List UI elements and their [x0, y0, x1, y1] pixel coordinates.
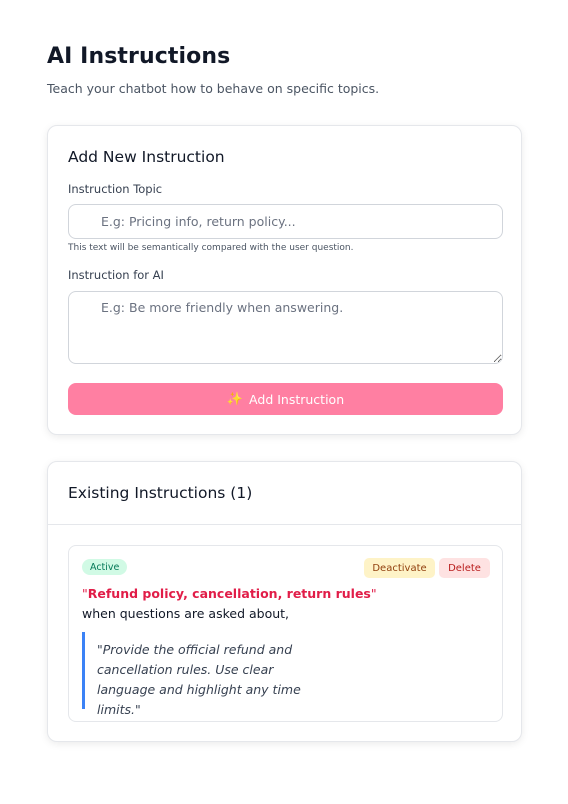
instruction-when-text: when questions are asked about, — [82, 606, 290, 621]
delete-button[interactable]: Delete — [439, 558, 490, 578]
existing-instructions-card: Existing Instructions (1) Active Deactiv… — [47, 461, 522, 742]
instruction-for-ai-textarea[interactable] — [68, 291, 503, 364]
instruction-topic-text: Refund policy, cancellation, return rule… — [87, 586, 371, 601]
add-instruction-button-label: Add Instruction — [249, 391, 345, 407]
instruction-topic: "Refund policy, cancellation, return rul… — [82, 586, 377, 601]
instruction-topic-help: This text will be semantically compared … — [68, 243, 354, 253]
status-badge: Active — [82, 559, 128, 575]
instruction-item: Active Deactivate Delete "Refund policy,… — [68, 545, 503, 722]
instruction-text: "Provide the official refund and cancell… — [82, 632, 332, 717]
existing-instructions-title: Existing Instructions (1) — [68, 484, 253, 502]
sparkles-icon: ✨ — [226, 391, 244, 407]
add-instruction-title: Add New Instruction — [68, 148, 225, 166]
deactivate-button[interactable]: Deactivate — [364, 558, 435, 578]
instruction-for-ai-label: Instruction for AI — [68, 268, 164, 282]
page-subtitle: Teach your chatbot how to behave on spec… — [47, 81, 380, 96]
page-title: AI Instructions — [47, 44, 231, 69]
divider — [48, 524, 521, 525]
instruction-topic-input[interactable] — [68, 204, 503, 239]
add-instruction-card: Add New Instruction Instruction Topic Th… — [47, 125, 522, 435]
instruction-topic-label: Instruction Topic — [68, 182, 163, 196]
add-instruction-button[interactable]: ✨ Add Instruction — [68, 383, 503, 415]
